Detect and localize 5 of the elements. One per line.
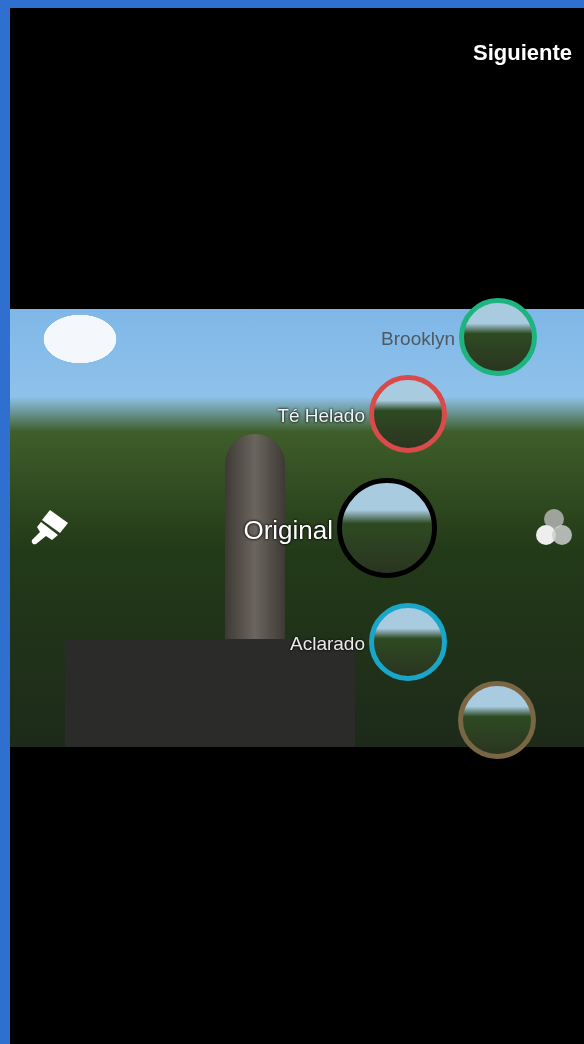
filter-label: Brooklyn: [381, 326, 455, 351]
filter-label: Té Helado: [277, 403, 365, 428]
next-button[interactable]: Siguiente: [461, 32, 584, 73]
filter-label: Original: [243, 513, 333, 547]
filter-label: Aclarado: [290, 631, 365, 656]
